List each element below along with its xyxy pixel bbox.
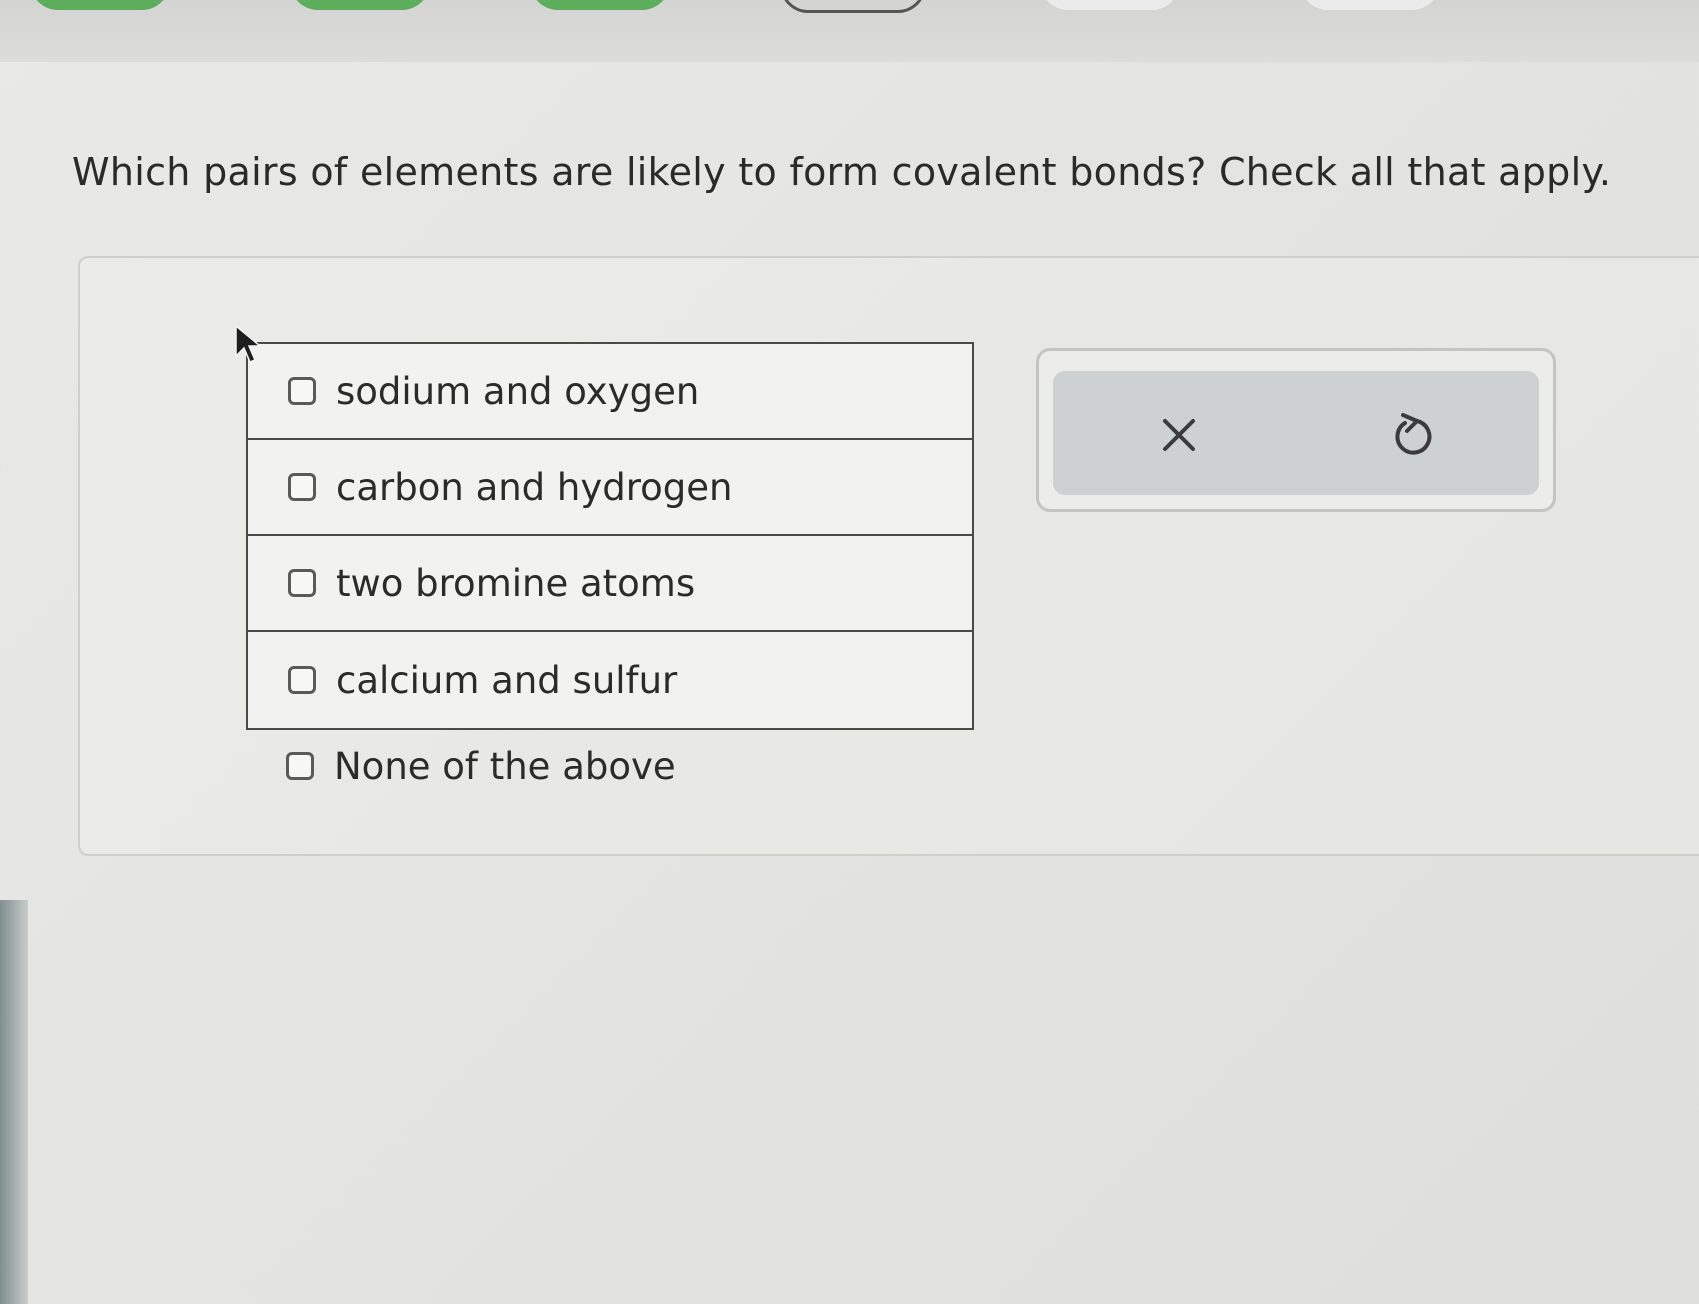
undo-icon	[1395, 413, 1432, 455]
progress-tab	[290, 0, 430, 10]
option-label: sodium and oxygen	[336, 369, 700, 413]
progress-tab-current	[780, 0, 926, 13]
screen-edge	[0, 900, 28, 1304]
option-row[interactable]: carbon and hydrogen	[248, 440, 972, 536]
option-label: None of the above	[334, 744, 676, 788]
checkbox[interactable]	[288, 473, 316, 501]
progress-tab	[530, 0, 670, 10]
option-label: carbon and hydrogen	[336, 465, 733, 509]
progress-tab	[30, 0, 170, 10]
checkbox[interactable]	[288, 569, 316, 597]
progress-tab	[1040, 0, 1180, 10]
checkbox[interactable]	[286, 752, 314, 780]
none-of-the-above-option[interactable]: None of the above	[286, 736, 676, 796]
close-icon	[1163, 419, 1195, 451]
option-label: two bromine atoms	[336, 561, 696, 605]
clear-button[interactable]	[1151, 407, 1207, 463]
progress-tab	[1300, 0, 1440, 10]
checkbox[interactable]	[288, 377, 316, 405]
option-row[interactable]: calcium and sulfur	[248, 632, 972, 728]
toolbar-inner	[1053, 371, 1539, 495]
checkbox[interactable]	[288, 666, 316, 694]
undo-button[interactable]	[1385, 407, 1441, 463]
question-text: Which pairs of elements are likely to fo…	[72, 150, 1612, 194]
options-table: sodium and oxygen carbon and hydrogen tw…	[246, 342, 974, 730]
mouse-cursor-icon	[235, 324, 263, 363]
answer-toolbar	[1036, 348, 1556, 512]
option-row[interactable]: sodium and oxygen	[248, 344, 972, 440]
option-label: calcium and sulfur	[336, 658, 678, 702]
option-row[interactable]: two bromine atoms	[248, 536, 972, 632]
top-progress-strip	[0, 0, 1699, 62]
